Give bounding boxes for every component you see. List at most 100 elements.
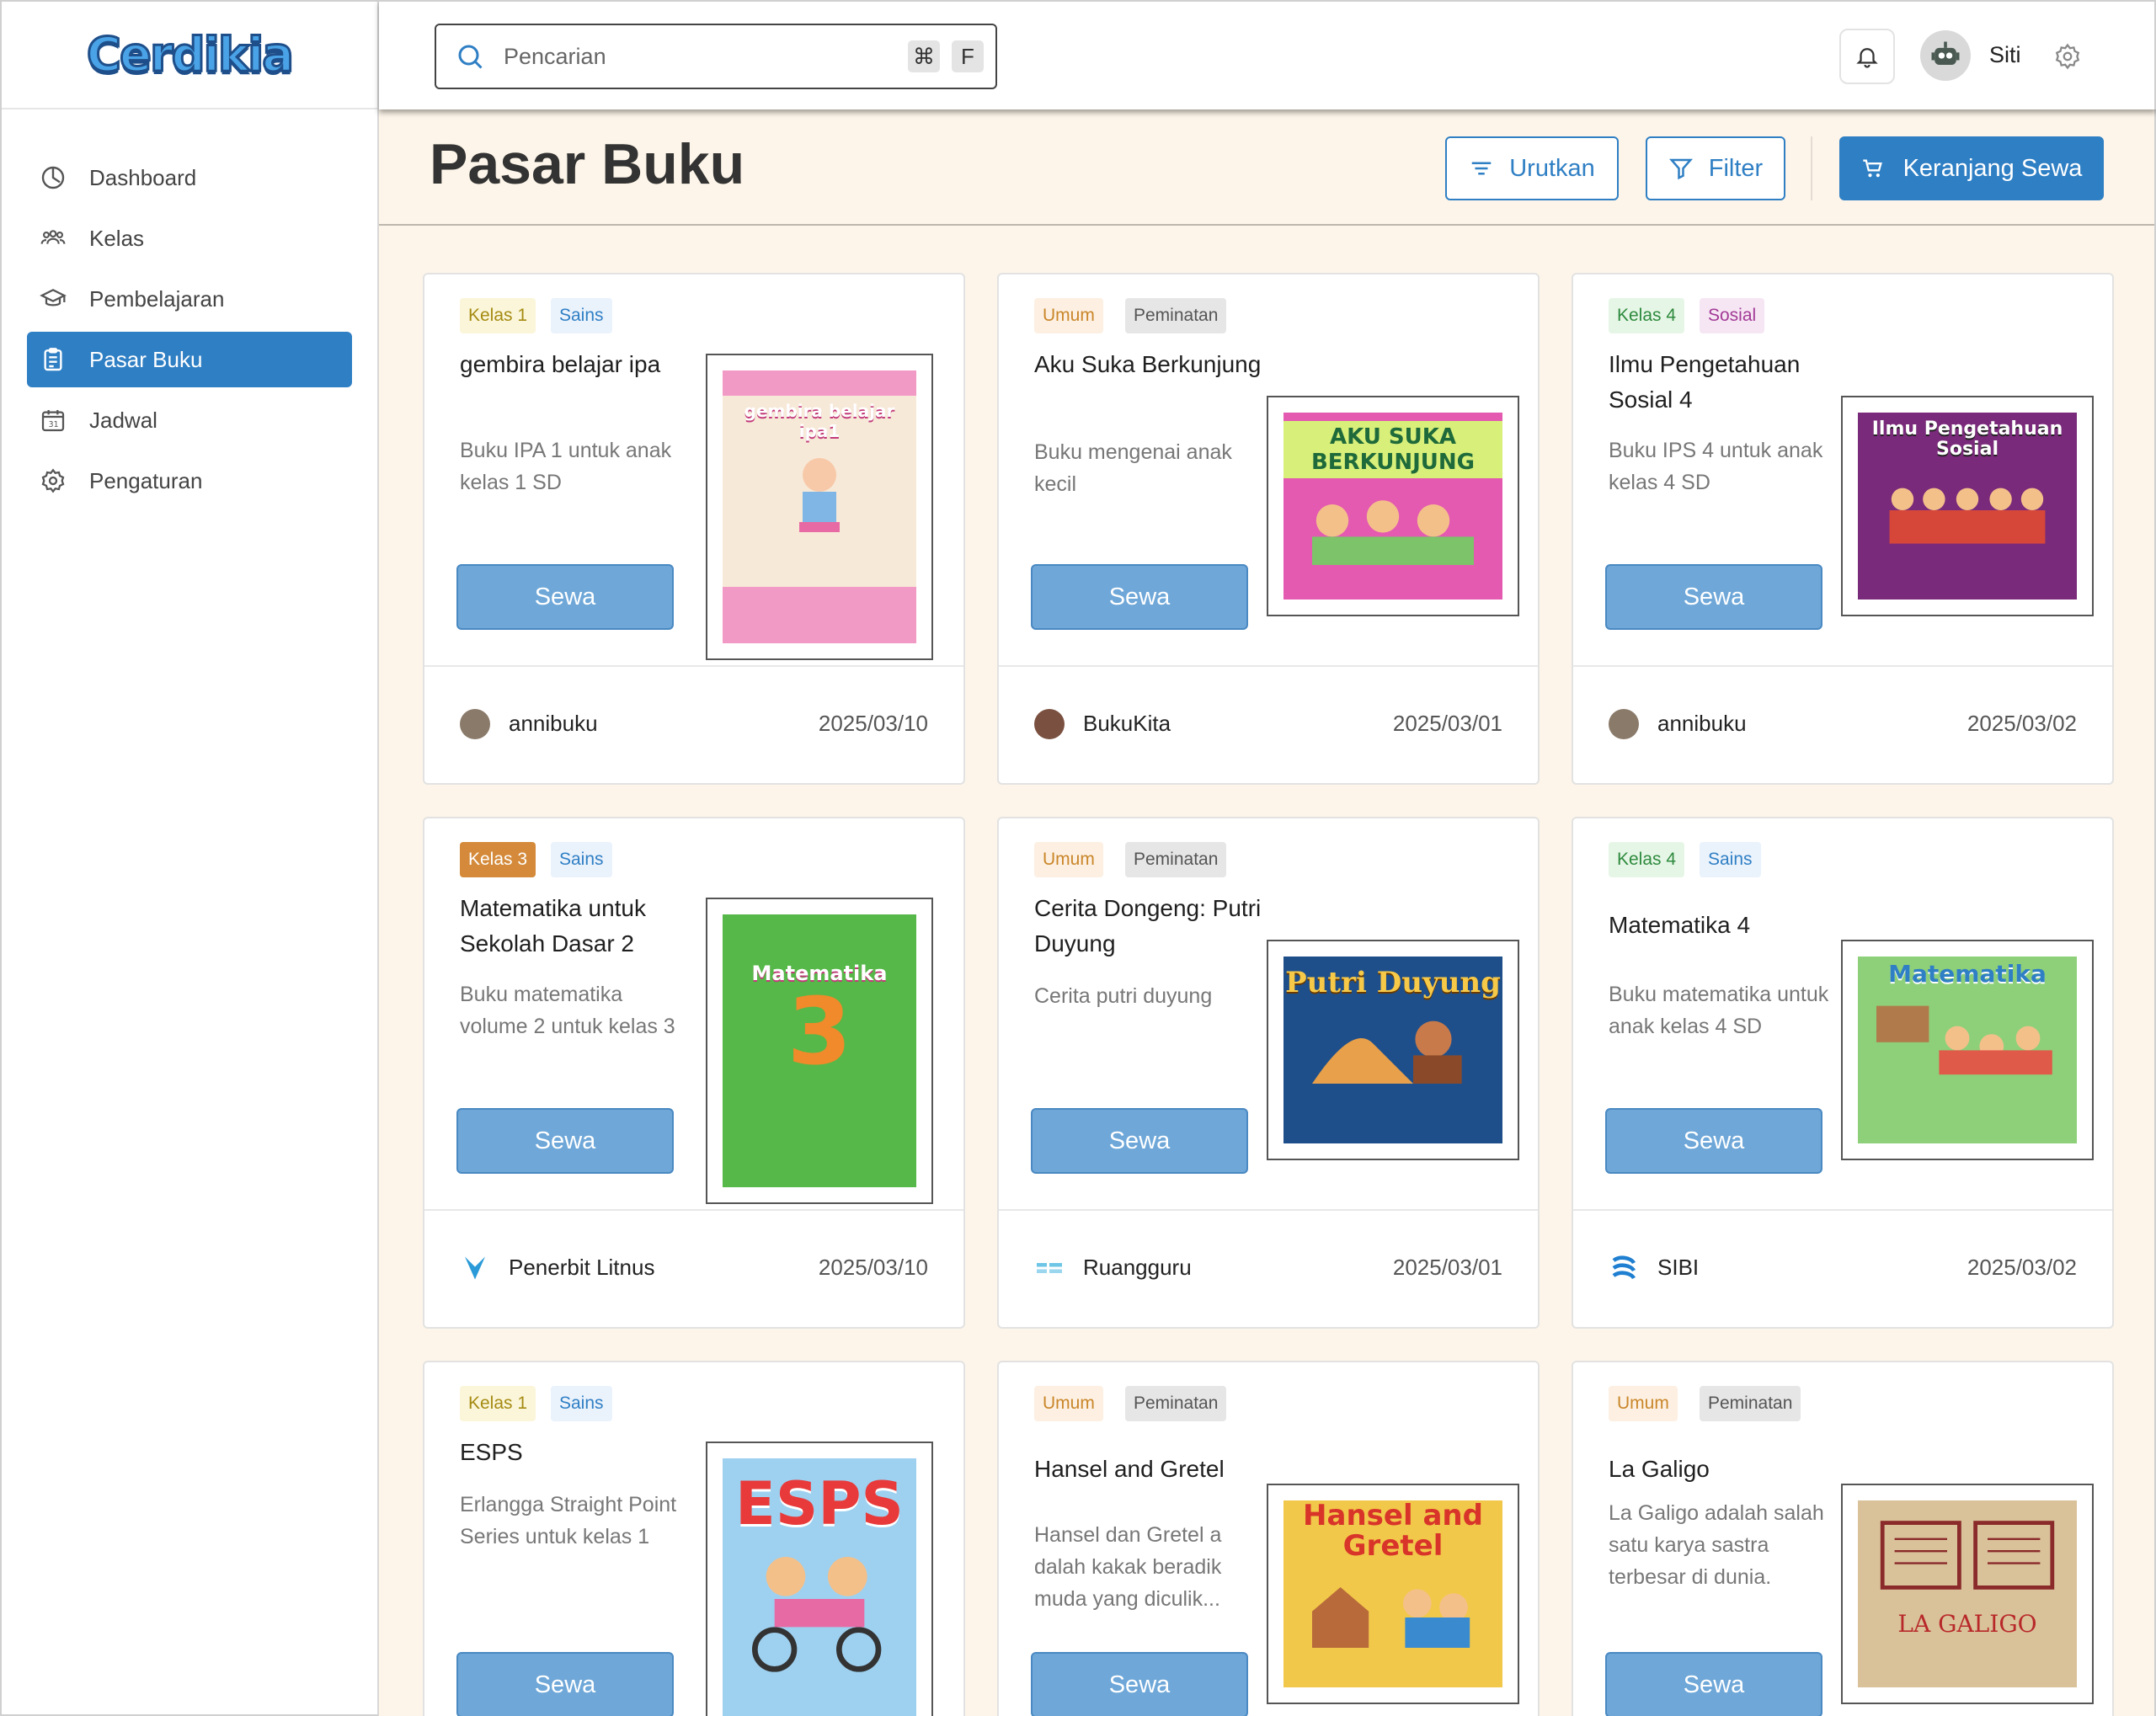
rent-button[interactable]: Sewa <box>1605 564 1822 630</box>
sidebar-item-pembelajaran[interactable]: Pembelajaran <box>27 271 352 327</box>
cover-title: Matematika <box>1888 960 2047 988</box>
svg-text:31: 31 <box>49 420 59 429</box>
grade-tag: Kelas 3 <box>460 842 536 877</box>
gingerbread-house-illustration-icon <box>1312 1587 1470 1648</box>
bell-icon <box>1856 48 1878 68</box>
rent-button[interactable]: Sewa <box>1031 564 1248 630</box>
robot-avatar-icon <box>1931 41 1960 65</box>
sidebar-item-pengaturan[interactable]: Pengaturan <box>27 453 352 509</box>
book-card: Kelas 4 Sosial Ilmu Pengetahuan Sosial 4… <box>1572 273 2114 785</box>
book-cover: Ilmu Pengetahuan Sosial <box>1841 396 2094 616</box>
children-illustration-icon <box>1312 500 1474 565</box>
sidebar: Cerdikia Dashboard Kelas Pembelajaran Pa… <box>0 0 379 1716</box>
sidebar-item-kelas[interactable]: Kelas <box>27 211 352 266</box>
cover-title: gembira belajar ipa1 <box>744 401 895 441</box>
page-header: Pasar Buku Urutkan Filter Keranjang Sewa <box>379 109 2154 226</box>
cover-number: 3 <box>787 978 852 1085</box>
book-card: Umum Peminatan Hansel and Gretel Hansel … <box>997 1361 1540 1716</box>
settings-gear-icon[interactable] <box>2053 42 2082 71</box>
user-name[interactable]: Siti <box>1989 42 2021 68</box>
publisher-name[interactable]: BukuKita <box>1083 711 1171 737</box>
book-cover: ESPS <box>706 1442 933 1716</box>
subject-tag: Sains <box>551 298 612 333</box>
listing-date: 2025/03/10 <box>818 711 928 736</box>
graduation-cap-icon <box>39 285 67 313</box>
category-tag: Umum <box>1034 298 1103 333</box>
book-title: Ilmu Pengetahuan Sosial 4 <box>1609 351 1801 413</box>
listing-date: 2025/03/02 <box>1967 1255 2077 1280</box>
book-cover: AKU SUKA BERKUNJUNG <box>1267 396 1519 616</box>
rent-button[interactable]: Sewa <box>456 1652 674 1716</box>
publisher-name[interactable]: annibuku <box>1657 711 1747 737</box>
search-input[interactable]: Pencarian <box>504 44 908 70</box>
page-title: Pasar Buku <box>430 132 745 196</box>
grade-tag: Kelas 1 <box>460 298 536 333</box>
users-icon <box>39 224 67 253</box>
mermaid-illustration-icon <box>1312 1021 1462 1084</box>
sort-icon <box>1471 162 1492 175</box>
sidebar-item-label: Pasar Buku <box>89 346 203 372</box>
book-cover: LA GALIGO <box>1841 1484 2094 1704</box>
main-content: Pasar Buku Urutkan Filter Keranjang Sewa… <box>379 109 2156 1716</box>
notification-button[interactable] <box>1839 29 1895 84</box>
dashboard-icon <box>39 163 67 192</box>
category-tag: Umum <box>1609 1386 1678 1421</box>
cover-title: LA GALIGO <box>1897 1610 2037 1638</box>
sidebar-item-label: Pengaturan <box>89 467 203 493</box>
book-card: Umum Peminatan Aku Suka Berkunjung Buku … <box>997 273 1540 785</box>
subject-tag: Sosial <box>1700 298 1765 333</box>
book-cover: Matematika 3 <box>706 898 933 1204</box>
book-title: Matematika untuk Sekolah Dasar 2 <box>460 895 646 957</box>
header-divider <box>1811 136 1812 200</box>
grade-tag: Kelas 4 <box>1609 842 1685 877</box>
sidebar-item-jadwal[interactable]: 31 Jadwal <box>27 392 352 448</box>
book-cover: Putri Duyung <box>1267 940 1519 1160</box>
avatar[interactable] <box>1920 30 1971 81</box>
sidebar-nav: Dashboard Kelas Pembelajaran Pasar Buku … <box>2 109 377 509</box>
kids-playing-illustration-icon <box>1876 1005 2052 1075</box>
book-title: Matematika 4 <box>1609 912 1751 938</box>
app-logo[interactable]: Cerdikia <box>85 26 295 83</box>
shortcut-key-f: F <box>952 40 984 72</box>
book-card: Kelas 1 Sains gembira belajar ipa Buku I… <box>423 273 965 785</box>
rental-cart-label: Keranjang Sewa <box>1903 154 2083 182</box>
publisher-name[interactable]: SIBI <box>1657 1255 1699 1281</box>
filter-button[interactable]: Filter <box>1646 136 1785 200</box>
cover-title: Ilmu Pengetahuan Sosial <box>1871 418 2063 460</box>
rental-cart-button[interactable]: Keranjang Sewa <box>1839 136 2104 200</box>
publisher-name[interactable]: Penerbit Litnus <box>509 1255 654 1281</box>
sort-button[interactable]: Urutkan <box>1445 136 1619 200</box>
filter-button-label: Filter <box>1708 154 1764 182</box>
sidebar-item-dashboard[interactable]: Dashboard <box>27 150 352 205</box>
sidebar-item-pasar-buku[interactable]: Pasar Buku <box>27 332 352 387</box>
category-tag: Umum <box>1034 1386 1103 1421</box>
book-cover: gembira belajar ipa1 <box>706 354 933 660</box>
rent-button[interactable]: Sewa <box>1605 1108 1822 1174</box>
book-title: Hansel and Gretel <box>1034 1456 1225 1482</box>
top-bar: Pencarian ⌘ F Siti <box>379 0 2156 109</box>
rent-button[interactable]: Sewa <box>1031 1108 1248 1174</box>
publisher-avatar <box>1034 709 1065 739</box>
book-card: Kelas 1 Sains ESPS Erlangga Straight Poi… <box>423 1361 965 1716</box>
cart-icon <box>1862 159 1882 178</box>
book-description: Buku IPA 1 untuk anak kelas 1 SD <box>460 439 672 494</box>
rent-button[interactable]: Sewa <box>456 564 674 630</box>
publisher-name[interactable]: annibuku <box>509 711 598 737</box>
clipboard-icon <box>39 345 67 374</box>
rent-button[interactable]: Sewa <box>456 1108 674 1174</box>
cycling-kids-illustration-icon <box>752 1557 882 1672</box>
book-cover: Hansel and Gretel <box>1267 1484 1519 1704</box>
book-description: Hansel dan Gretel a dalah kakak beradik … <box>1034 1523 1222 1611</box>
rent-button[interactable]: Sewa <box>1031 1652 1248 1716</box>
sibi-logo-icon <box>1612 1255 1636 1280</box>
publisher-name[interactable]: Ruangguru <box>1083 1255 1192 1281</box>
students-illustration-icon <box>1889 488 2046 544</box>
book-card: Umum Peminatan Cerita Dongeng: Putri Duy… <box>997 817 1540 1329</box>
sidebar-item-label: Kelas <box>89 225 145 251</box>
publisher-avatar <box>1609 709 1639 739</box>
book-description: Buku matematika untuk anak kelas 4 SD <box>1609 983 1829 1038</box>
search-box[interactable]: Pencarian ⌘ F <box>435 24 997 89</box>
book-card: Umum Peminatan La Galigo La Galigo adala… <box>1572 1361 2114 1716</box>
search-icon <box>458 45 483 69</box>
rent-button[interactable]: Sewa <box>1605 1652 1822 1716</box>
